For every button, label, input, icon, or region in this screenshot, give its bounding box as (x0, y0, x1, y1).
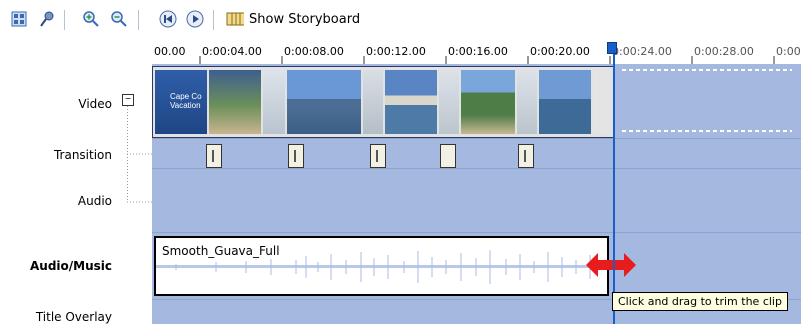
clip-title-text: Vacation (170, 101, 201, 110)
track-labels-panel: Video − Transition Audio Audio/Music Tit… (0, 42, 152, 324)
transition-marker[interactable] (370, 144, 386, 168)
track-divider (152, 138, 801, 139)
audio-waveform (156, 250, 607, 284)
storyboard-view-icon[interactable] (226, 10, 244, 28)
toolbar-separator (213, 10, 214, 30)
play-icon[interactable] (186, 10, 204, 28)
video-track-dotted-edge (622, 69, 792, 71)
track-tree-lines (127, 106, 152, 203)
transition-marker[interactable] (206, 144, 222, 168)
trim-tooltip: Click and drag to trim the clip (612, 292, 788, 311)
storyboard-toggle-icon[interactable] (10, 10, 28, 28)
video-clip[interactable] (209, 70, 261, 134)
video-clip[interactable] (461, 70, 515, 134)
video-clip[interactable] (287, 70, 361, 134)
show-storyboard-button[interactable]: Show Storyboard (249, 12, 360, 27)
toolbar-separator (138, 10, 139, 30)
video-clip[interactable] (593, 70, 611, 134)
microphone-icon[interactable] (38, 10, 56, 28)
rewind-icon[interactable] (159, 10, 177, 28)
video-clip[interactable] (539, 70, 591, 134)
zoom-in-icon[interactable] (82, 10, 100, 28)
video-track-label: Video (78, 97, 112, 111)
toolbar-separator (64, 10, 65, 30)
playhead[interactable] (613, 42, 615, 324)
zoom-out-icon[interactable] (110, 10, 128, 28)
track-divider (152, 168, 801, 169)
clip-title-text: Cape Co (170, 92, 202, 101)
trim-arrow-icon[interactable] (584, 250, 638, 280)
timeline-toolbar: Show Storyboard (0, 0, 801, 42)
video-clip[interactable] (263, 70, 285, 134)
audio-track-label: Audio (77, 194, 112, 208)
audio-music-track-label: Audio/Music (29, 259, 112, 273)
track-divider (152, 232, 801, 233)
audio-music-clip[interactable]: Smooth_Guava_Full (154, 236, 609, 296)
video-track[interactable]: Cape Co Vacation (152, 66, 615, 138)
ruler-ticks (199, 56, 775, 64)
transition-track-label: Transition (53, 148, 112, 162)
video-clip[interactable] (385, 70, 437, 134)
video-clip[interactable] (439, 70, 459, 134)
video-track-dotted-edge (622, 130, 792, 132)
video-clip[interactable] (517, 70, 537, 134)
playhead-handle[interactable] (607, 42, 617, 54)
transition-marker[interactable] (518, 144, 534, 168)
video-clip[interactable] (363, 70, 383, 134)
timeline-ruler[interactable]: 00.00 0:00:04.00 0:00:08.00 0:00:12.00 0… (152, 42, 801, 65)
transition-marker[interactable] (440, 144, 456, 168)
video-clip-title[interactable]: Cape Co Vacation (155, 70, 207, 134)
transition-marker[interactable] (288, 144, 304, 168)
title-overlay-track-label: Title Overlay (35, 310, 112, 324)
collapse-video-icon[interactable]: − (122, 94, 134, 106)
timeline-tracks[interactable]: Cape Co Vacation Smooth_Guava_Full Click… (152, 42, 801, 324)
